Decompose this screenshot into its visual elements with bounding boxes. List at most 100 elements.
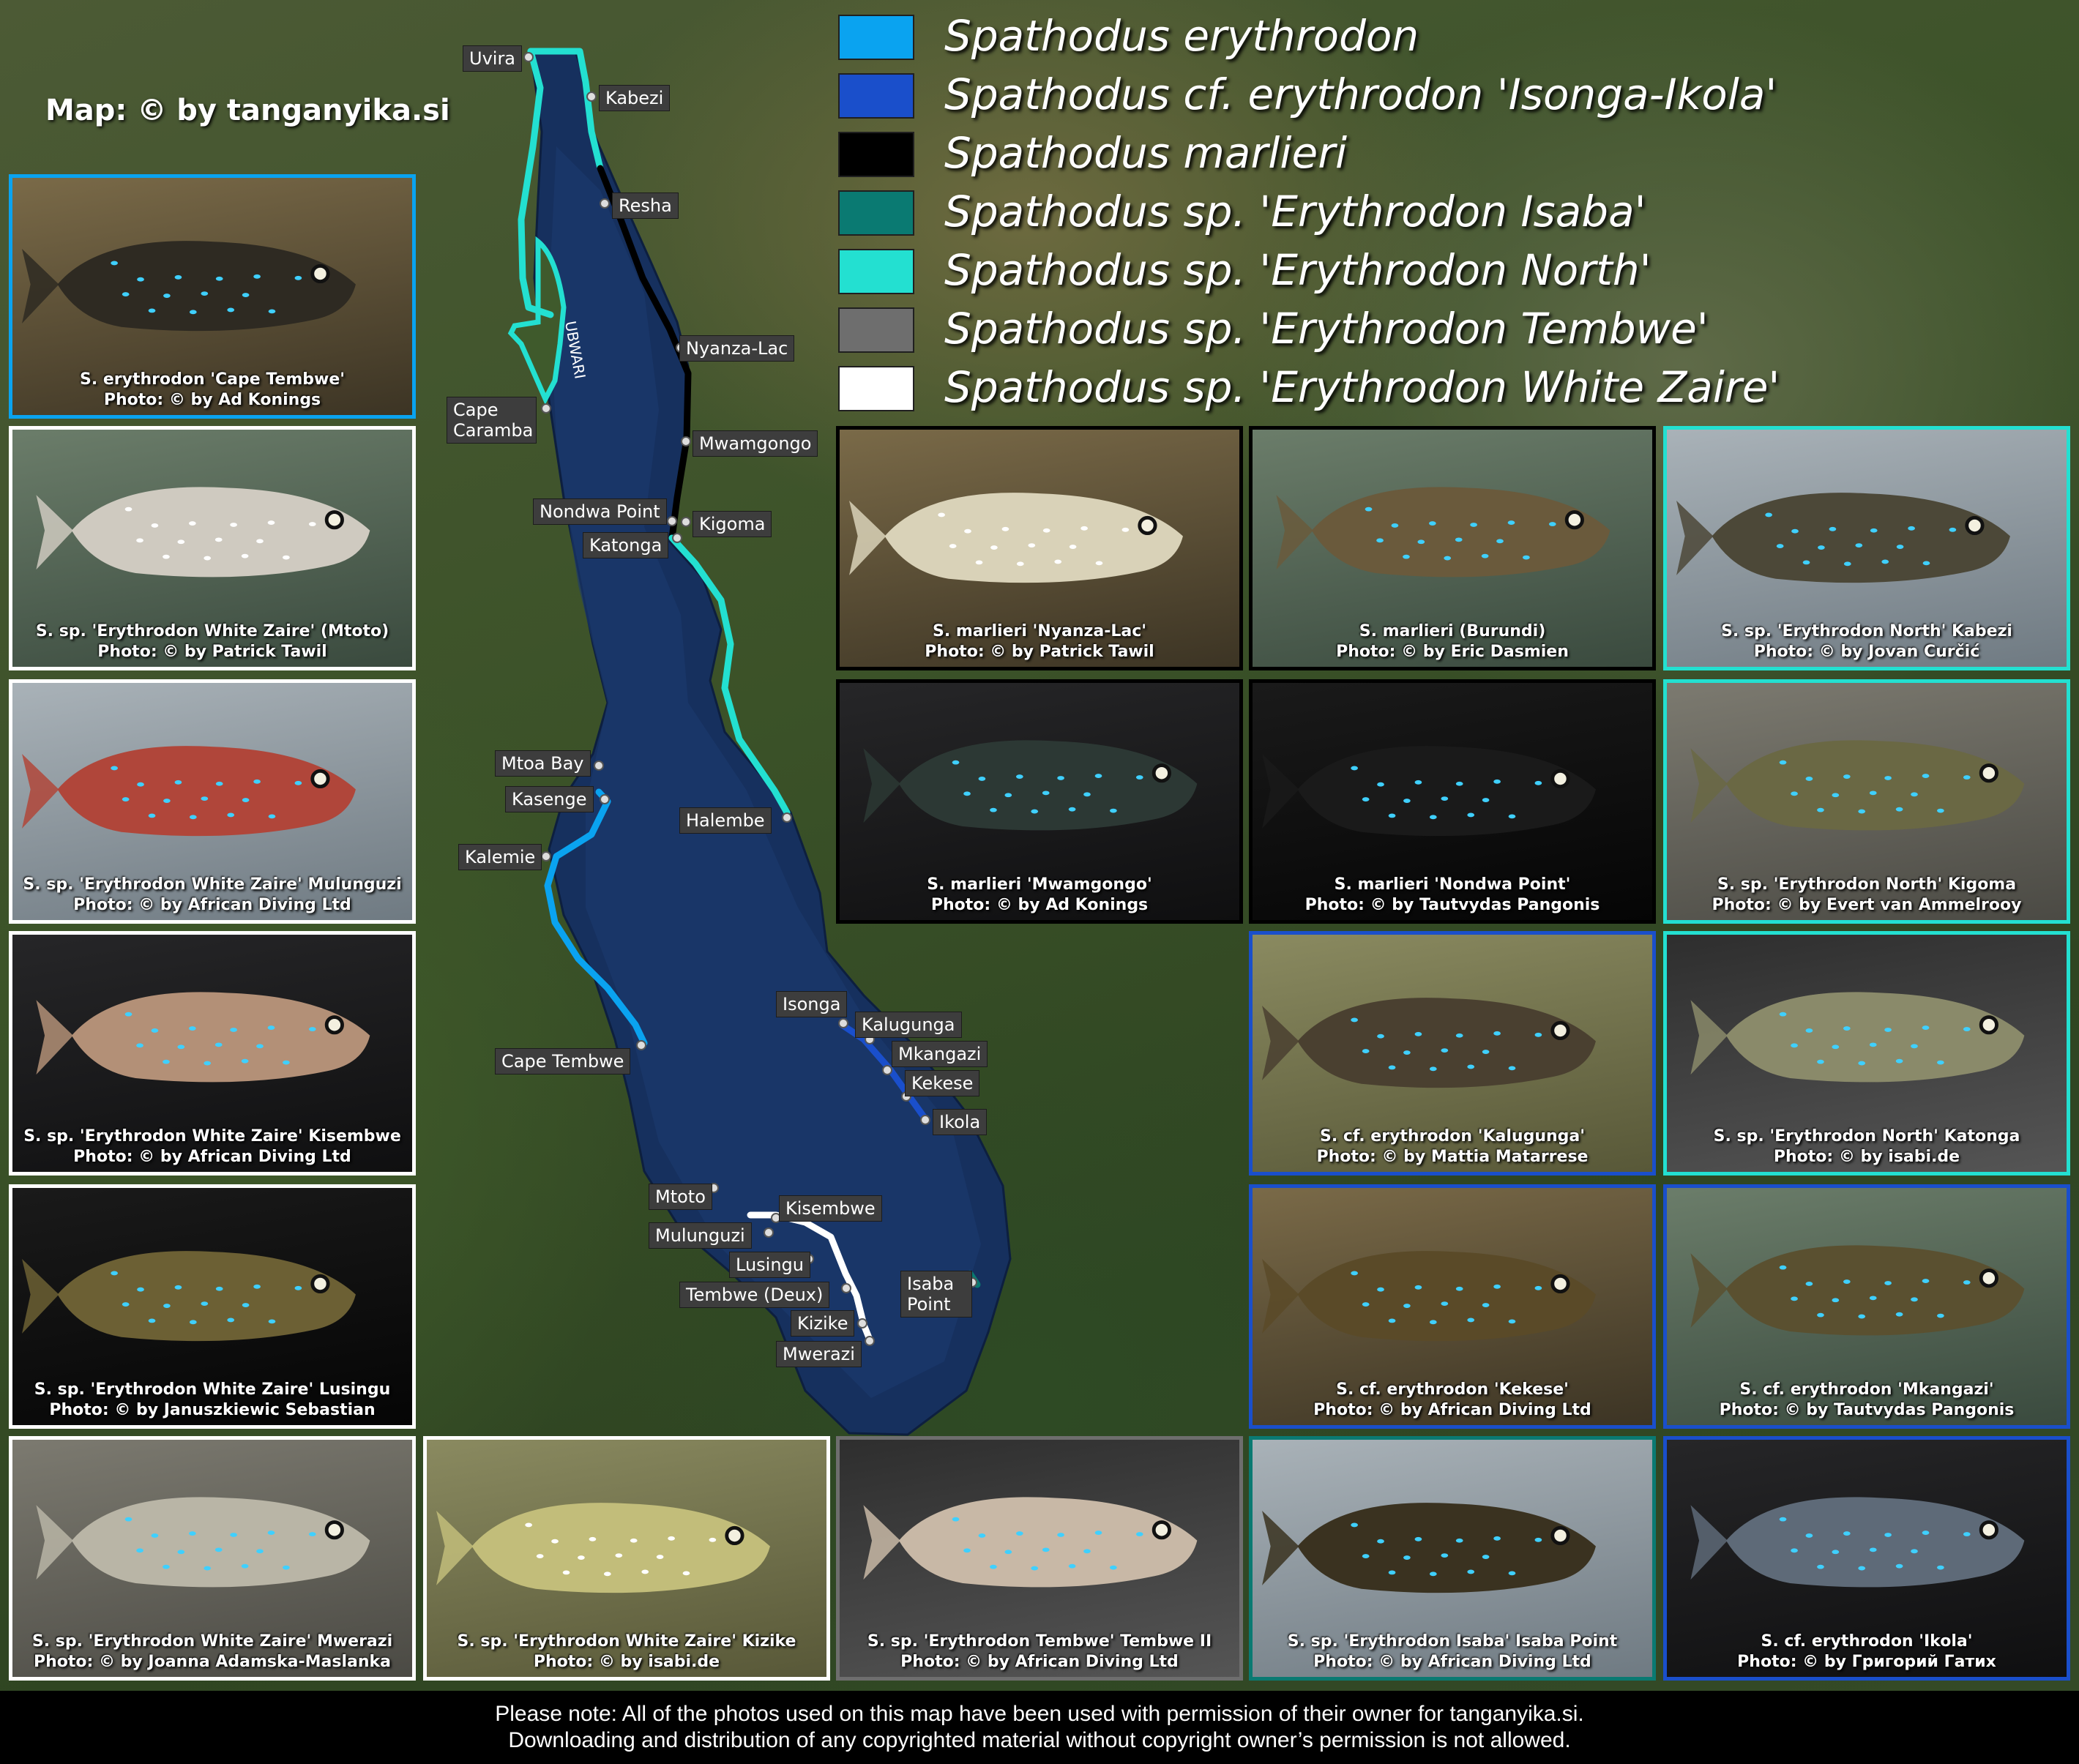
fish-photo[interactable]: S. sp. 'Erythrodon North' Kigoma Photo: ©… <box>1663 679 2070 924</box>
caption-title: S. sp. 'Erythrodon White Zaire' Mwerazi <box>31 1632 393 1651</box>
fish-spot <box>294 780 302 785</box>
fish-spot <box>964 528 971 534</box>
fish-spot <box>963 791 971 796</box>
fish-spot <box>1937 1060 1944 1065</box>
fish-photo[interactable]: S. marlieri 'Nondwa Point' Photo: © by Ta… <box>1249 679 1656 924</box>
fish-spot <box>668 1536 675 1541</box>
caption-title: S. sp. 'Erythrodon White Zaire' Kizike <box>457 1632 796 1651</box>
fish-spot <box>1493 779 1501 784</box>
fish-spot <box>189 815 197 820</box>
caption-title: S. erythrodon 'Cape Tembwe' <box>79 370 345 389</box>
fish-photo[interactable]: S. cf. erythrodon 'Kalugunga' Photo: © by… <box>1249 931 1656 1176</box>
fish-photo[interactable]: S. marlieri 'Nyanza-Lac' Photo: © by Patr… <box>836 426 1243 670</box>
place-label: Cape Caramba <box>447 397 537 444</box>
fish-spot <box>136 538 143 543</box>
fish-spot <box>136 1043 143 1048</box>
fish-photo[interactable]: S. sp. 'Erythrodon Tembwe' Tembwe II Phot… <box>836 1436 1243 1681</box>
fish-tail <box>36 495 73 570</box>
fish-photo[interactable]: S. cf. erythrodon 'Kekese' Photo: © by Af… <box>1249 1184 1656 1429</box>
fish <box>1276 487 1610 578</box>
fish-body <box>898 740 1198 831</box>
fish-spot <box>1388 1065 1396 1070</box>
fish-spot <box>256 539 264 544</box>
footer-line-1: Please note: All of the photos used on t… <box>495 1702 1584 1726</box>
fish-spot <box>1403 1304 1411 1308</box>
photo-caption: S. sp. 'Erythrodon White Zaire' Kizike Ph… <box>427 1632 826 1673</box>
legend-label: Spathodus sp. 'Erythrodon White Zaire' <box>944 362 1780 412</box>
fish-photo[interactable]: S. sp. 'Erythrodon White Zaire' Mwerazi P… <box>9 1436 416 1681</box>
photo-caption: S. cf. erythrodon 'Ikola' Photo: © by Гри… <box>1667 1632 2067 1673</box>
fish <box>1690 740 2025 831</box>
fish-spot <box>1922 561 1930 566</box>
fish-photo[interactable]: S. erythrodon 'Cape Tembwe' Photo: © by A… <box>9 174 416 419</box>
fish-spot <box>268 814 276 819</box>
fish-photo[interactable]: S. sp. 'Erythrodon White Zaire' Kisembwe… <box>9 931 416 1176</box>
fish-eye <box>725 1525 744 1546</box>
copyright-footer: Please note: All of the photos used on t… <box>0 1691 2079 1764</box>
fish-photo[interactable]: S. cf. erythrodon 'Ikola' Photo: © by Гри… <box>1663 1436 2070 1681</box>
place-label: Isonga <box>776 991 848 1017</box>
legend-swatch <box>838 73 914 119</box>
fish-spot <box>148 308 156 313</box>
caption-title: S. sp. 'Erythrodon North' Katonga <box>1713 1127 2020 1146</box>
fish-photo[interactable]: S. marlieri (Burundi) Photo: © by Eric Da… <box>1249 426 1656 670</box>
legend-label: Spathodus sp. 'Erythrodon Tembwe' <box>944 304 1709 354</box>
fish-photo[interactable]: S. sp. 'Erythrodon Isaba' Isaba Point Pho… <box>1249 1436 1656 1681</box>
fish-spot <box>188 1531 196 1536</box>
fish-photo[interactable]: S. sp. 'Erythrodon White Zaire' Mulunguz… <box>9 679 416 924</box>
fish-spot <box>188 521 196 526</box>
fish-photo[interactable]: S. sp. 'Erythrodon White Zaire' Kizike Ph… <box>423 1436 830 1681</box>
caption-credit: Photo: © by African Diving Ltd <box>1313 1653 1591 1671</box>
fish-spot <box>1508 1066 1516 1071</box>
fish-spot <box>1455 1033 1463 1038</box>
fish-spot <box>1121 527 1130 532</box>
fish-spot <box>1805 1028 1813 1033</box>
fish-spot <box>1779 1012 1787 1017</box>
fish-spot <box>163 294 171 298</box>
fish-body <box>1712 493 2010 583</box>
fish-spot <box>1911 792 1918 797</box>
fish-eye <box>1550 1274 1570 1294</box>
fish-spot <box>294 275 302 280</box>
fish-photo[interactable]: S. sp. 'Erythrodon North' Kabezi Photo: ©… <box>1663 426 2070 670</box>
fish-spot <box>1937 1313 1944 1318</box>
fish-spot <box>268 309 276 314</box>
fish-tail <box>36 1505 73 1580</box>
fish-spot <box>1083 1549 1091 1554</box>
fish-spot <box>1388 813 1396 818</box>
fish-photo[interactable]: S. cf. erythrodon 'Mkangazi' Photo: © by … <box>1663 1184 2070 1429</box>
fish-photo[interactable]: S. sp. 'Erythrodon White Zaire' Lusingu P… <box>9 1184 416 1429</box>
satellite-map[interactable]: UBWARI Map: © by tanganyika.si Uvira Kab… <box>0 0 2079 1691</box>
legend-swatch <box>838 307 914 353</box>
fish-tail <box>22 249 59 324</box>
fish-spot <box>1937 808 1944 813</box>
fish-photo[interactable]: S. sp. 'Erythrodon North' Katonga Photo: … <box>1663 931 2070 1176</box>
fish-spot <box>230 523 237 527</box>
fish-spot <box>1884 776 1892 780</box>
caption-credit: Photo: © by Joanna Adamska-Maslanka <box>34 1653 391 1671</box>
fish-eye <box>1965 515 1985 536</box>
fish-spot <box>148 813 156 818</box>
fish-spot <box>1805 777 1813 781</box>
fish-spot <box>1362 1302 1370 1307</box>
fish-spot <box>1351 766 1358 771</box>
fish-photo[interactable]: S. sp. 'Erythrodon White Zaire' (Mtoto) P… <box>9 426 416 670</box>
fish-spot <box>1417 539 1425 545</box>
fish-spot <box>1843 1026 1851 1031</box>
fish-spot <box>1042 528 1050 533</box>
fish <box>36 487 370 578</box>
fish-eye <box>324 1015 344 1035</box>
fish-spot <box>1467 812 1475 818</box>
fish-eye <box>1550 769 1570 789</box>
place-label: Tembwe (Deux) <box>679 1282 830 1308</box>
caption-title: S. cf. erythrodon 'Kekese' <box>1336 1380 1569 1399</box>
caption-title: S. sp. 'Erythrodon White Zaire' Mulunguz… <box>23 875 402 894</box>
fish-spot <box>1467 1569 1475 1574</box>
fish-spot <box>227 307 235 313</box>
fish <box>1676 493 2010 583</box>
fish-spot <box>1001 526 1009 531</box>
fish-spot <box>1441 796 1449 801</box>
fish-spot <box>1054 559 1062 564</box>
fish-spot <box>122 1302 130 1307</box>
fish-photo[interactable]: S. marlieri 'Mwamgongo' Photo: © by Ad Ko… <box>836 679 1243 924</box>
